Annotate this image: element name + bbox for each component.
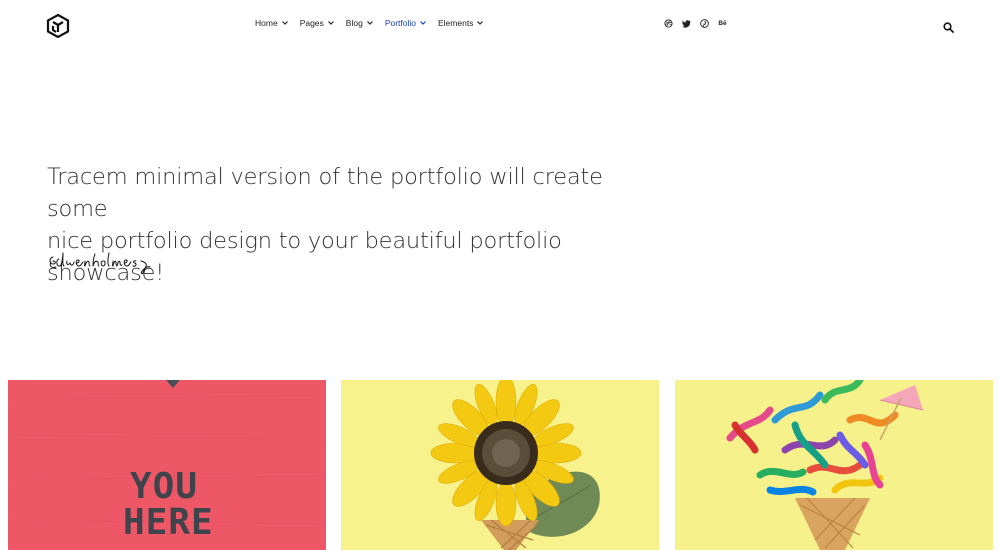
behance-label: Bē [718, 20, 727, 27]
nav-item-portfolio[interactable]: Portfolio [385, 18, 427, 28]
nav-item-label: Portfolio [384, 18, 416, 28]
chevron-down-icon [420, 21, 426, 25]
chevron-down-icon [366, 21, 373, 25]
portfolio-image [675, 380, 993, 550]
nav-item-label: Elements [438, 18, 474, 28]
hero-line-1: Tracem minimal version of the portfolio … [47, 164, 603, 222]
signature [49, 252, 151, 275]
portfolio-item-confetti-cone[interactable] [675, 380, 993, 550]
site-header: Home Pages Blog Portfolio Elements Bē [0, 0, 1000, 52]
chevron-down-icon [281, 21, 288, 25]
tile-text-you: YOU [130, 466, 198, 507]
search-button[interactable] [943, 20, 954, 33]
nav-item-label: Home [255, 18, 278, 28]
nav-item-label: Pages [299, 18, 324, 28]
nav-item-pages[interactable]: Pages [300, 18, 335, 28]
portfolio-grid: YOU HERE [8, 380, 993, 550]
portfolio-image: YOU HERE [8, 380, 326, 550]
nav-item-elements[interactable]: Elements [438, 18, 484, 28]
chevron-down-icon [327, 21, 334, 25]
site-logo[interactable] [46, 13, 70, 39]
portfolio-image [341, 380, 659, 550]
behance-icon[interactable]: Bē [718, 19, 727, 28]
pinterest-icon[interactable] [700, 19, 709, 28]
main-nav: Home Pages Blog Portfolio Elements [255, 18, 484, 28]
portfolio-item-sunflower-cone[interactable] [341, 380, 659, 550]
twitter-icon[interactable] [682, 19, 691, 28]
tile-text-here: HERE [123, 502, 214, 543]
nav-item-home[interactable]: Home [255, 18, 289, 28]
page: Home Pages Blog Portfolio Elements Bē Tr… [0, 0, 1000, 550]
chevron-down-icon [477, 21, 484, 25]
nav-item-label: Blog [345, 18, 363, 28]
dribbble-icon[interactable] [664, 19, 673, 28]
portfolio-item-you-here[interactable]: YOU HERE [8, 380, 326, 550]
social-links: Bē [664, 19, 727, 28]
logo-icon [46, 13, 70, 39]
nav-item-blog[interactable]: Blog [346, 18, 374, 28]
search-icon [943, 22, 954, 33]
